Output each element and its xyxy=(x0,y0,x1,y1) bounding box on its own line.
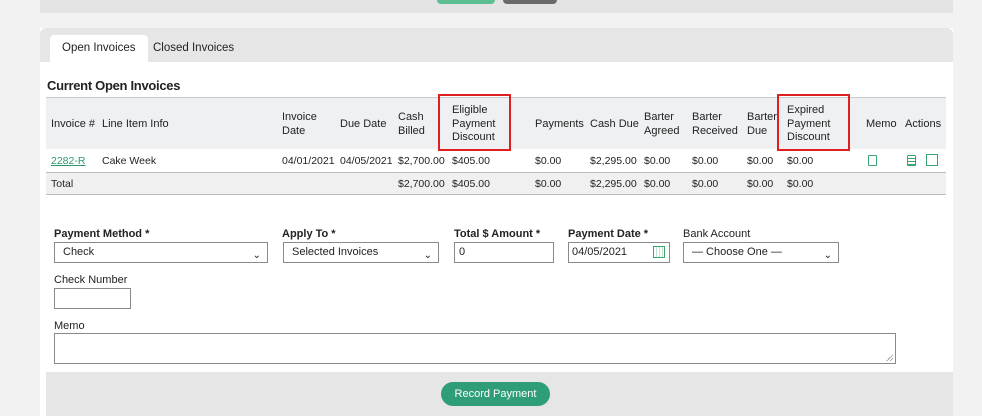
th-memo: Memo xyxy=(866,118,897,130)
resize-grip-icon[interactable] xyxy=(886,354,893,361)
chevron-down-icon: ⌄ xyxy=(252,250,261,261)
total-barter-due: $0.00 xyxy=(747,178,774,190)
payment-method-label: Payment Method * xyxy=(54,228,150,240)
top-gray-button[interactable] xyxy=(503,0,557,4)
cell-invoice-date: 04/01/2021 xyxy=(282,155,335,167)
th-cash-due: Cash Due xyxy=(590,118,639,130)
cell-barter-due: $0.00 xyxy=(747,155,774,167)
payment-date-input[interactable]: 04/05/2021 xyxy=(568,242,670,263)
form-footer: Record Payment xyxy=(46,372,953,416)
top-green-button[interactable] xyxy=(437,0,495,4)
bank-account-label: Bank Account xyxy=(683,228,751,240)
payment-method-select[interactable]: Check ⌄ xyxy=(54,242,268,263)
check-number-label: Check Number xyxy=(54,274,128,286)
cell-expired-discount: $0.00 xyxy=(787,155,814,167)
chevron-down-icon: ⌄ xyxy=(423,250,432,261)
invoices-panel: Open Invoices Closed Invoices Current Op… xyxy=(40,28,953,416)
total-expired-discount: $0.00 xyxy=(787,178,814,190)
top-strip xyxy=(40,0,953,13)
th-line-item: Line Item Info xyxy=(102,118,169,130)
section-title: Current Open Invoices xyxy=(47,78,181,93)
memo-icon[interactable] xyxy=(868,155,877,166)
total-cash-billed: $2,700.00 xyxy=(398,178,445,190)
calendar-icon[interactable] xyxy=(653,246,665,258)
total-payments: $0.00 xyxy=(535,178,562,190)
tab-bar: Open Invoices Closed Invoices xyxy=(40,28,953,62)
tab-closed-invoices[interactable]: Closed Invoices xyxy=(153,35,234,62)
actions-doc-icon[interactable] xyxy=(907,155,916,166)
th-cash-billed: Cash Billed xyxy=(398,111,425,137)
payment-date-label: Payment Date * xyxy=(568,228,649,240)
bank-account-select[interactable]: — Choose One — ⌄ xyxy=(683,242,839,263)
cell-payments: $0.00 xyxy=(535,155,562,167)
th-invoice-date: Invoice Date xyxy=(282,111,317,137)
total-amount-label: Total $ Amount * xyxy=(454,228,541,240)
row-select-checkbox[interactable] xyxy=(926,154,938,166)
table-row: 2282-R Cake Week 04/01/2021 04/05/2021 $… xyxy=(46,149,946,173)
check-number-input[interactable] xyxy=(54,288,131,309)
total-eligible-discount: $405.00 xyxy=(452,178,490,190)
chevron-down-icon: ⌄ xyxy=(823,250,832,261)
total-label: Total xyxy=(51,178,74,190)
cell-cash-due: $2,295.00 xyxy=(590,155,637,167)
total-cash-due: $2,295.00 xyxy=(590,178,637,190)
cell-due-date: 04/05/2021 xyxy=(340,155,393,167)
cell-cash-billed: $2,700.00 xyxy=(398,155,445,167)
th-payments: Payments xyxy=(535,118,584,130)
apply-to-select[interactable]: Selected Invoices ⌄ xyxy=(283,242,439,263)
memo-label: Memo xyxy=(54,320,85,332)
highlight-expired-discount xyxy=(777,94,850,151)
th-barter-received: Barter Received xyxy=(692,111,738,137)
total-barter-received: $0.00 xyxy=(692,178,719,190)
invoice-link[interactable]: 2282-R xyxy=(51,155,85,167)
total-amount-input[interactable]: 0 xyxy=(454,242,554,263)
cell-barter-agreed: $0.00 xyxy=(644,155,671,167)
th-invoice-no: Invoice # xyxy=(51,118,96,130)
th-actions: Actions xyxy=(905,118,942,130)
cell-barter-received: $0.00 xyxy=(692,155,719,167)
th-due-date: Due Date xyxy=(340,118,387,130)
apply-to-label: Apply To * xyxy=(282,228,336,240)
memo-textarea[interactable] xyxy=(54,333,896,364)
th-barter-due: Barter Due xyxy=(747,111,777,137)
tab-open-invoices[interactable]: Open Invoices xyxy=(50,35,148,62)
total-barter-agreed: $0.00 xyxy=(644,178,671,190)
cell-line-item: Cake Week xyxy=(102,155,157,167)
record-payment-button[interactable]: Record Payment xyxy=(441,382,550,406)
table-total-row: Total $2,700.00 $405.00 $0.00 $2,295.00 … xyxy=(46,173,946,195)
cell-eligible-discount: $405.00 xyxy=(452,155,490,167)
th-barter-agreed: Barter Agreed xyxy=(644,111,680,137)
highlight-eligible-discount xyxy=(438,94,511,151)
